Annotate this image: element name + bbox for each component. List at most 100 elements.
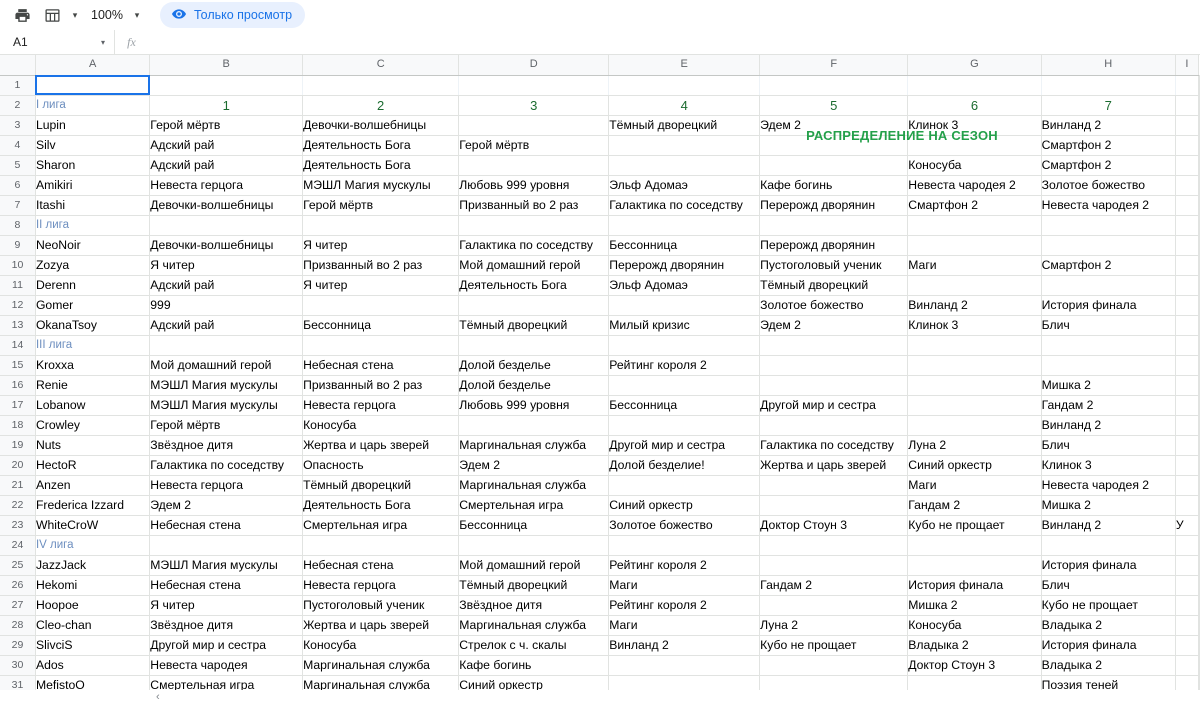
print-icon[interactable] <box>8 2 36 28</box>
grid-cell[interactable]: Тёмный дворецкий <box>608 115 761 136</box>
grid-cell[interactable]: Синий оркестр <box>907 455 1042 476</box>
grid-cell[interactable]: Маргинальная служба <box>458 615 610 636</box>
scrollbar-track[interactable]: ‹ <box>152 691 1200 703</box>
grid-cell[interactable] <box>907 395 1042 416</box>
grid-cell[interactable] <box>1175 355 1200 376</box>
grid-cell[interactable]: OkanaTsoy <box>35 315 151 336</box>
grid-cell[interactable]: Деятельность Бога <box>458 275 610 296</box>
column-header-B[interactable]: B <box>149 55 304 76</box>
grid-cell[interactable]: МЭШЛ Магия мускулы <box>149 395 304 416</box>
grid-cell[interactable] <box>907 215 1042 236</box>
column-header-C[interactable]: C <box>302 55 460 76</box>
grid-cell[interactable]: Cleo-chan <box>35 615 151 636</box>
grid-cell[interactable] <box>1175 655 1200 676</box>
grid-cell[interactable]: Маргинальная служба <box>458 475 610 496</box>
grid-cell[interactable] <box>759 135 909 156</box>
grid-cell[interactable]: Перерожд дворянин <box>608 255 761 276</box>
column-header-F[interactable]: F <box>759 55 909 76</box>
column-header-H[interactable]: H <box>1041 55 1176 76</box>
grid-cell[interactable]: Маги <box>907 255 1042 276</box>
grid-cell[interactable]: Невеста чародея 2 <box>1041 475 1176 496</box>
grid-cell[interactable] <box>458 295 610 316</box>
column-header-I[interactable]: I <box>1175 55 1200 76</box>
grid-cell[interactable] <box>1041 535 1176 556</box>
grid-cell[interactable]: Адский рай <box>149 135 304 156</box>
row-header[interactable]: 17 <box>0 395 36 416</box>
grid-cell[interactable]: Смартфон 2 <box>1041 135 1176 156</box>
grid-cell[interactable]: Бессонница <box>302 315 460 336</box>
grid-cell-filler[interactable] <box>1198 595 1200 616</box>
row-header[interactable]: 12 <box>0 295 36 316</box>
row-header[interactable]: 13 <box>0 315 36 336</box>
grid-cell-filler[interactable] <box>1198 615 1200 636</box>
grid-cell[interactable]: JazzJack <box>35 555 151 576</box>
formula-input[interactable] <box>148 30 1200 55</box>
row-header[interactable]: 20 <box>0 455 36 476</box>
grid-cell[interactable]: Рейтинг короля 2 <box>608 555 761 576</box>
grid-cell[interactable] <box>907 335 1042 356</box>
grid-cell[interactable] <box>1175 395 1200 416</box>
grid-cell[interactable] <box>1175 475 1200 496</box>
grid-cell[interactable]: Винланд 2 <box>608 635 761 656</box>
grid-cell[interactable] <box>907 535 1042 556</box>
column-header-A[interactable]: A <box>35 55 151 76</box>
row-header[interactable]: 4 <box>0 135 36 156</box>
row-header[interactable]: 18 <box>0 415 36 436</box>
grid-cell[interactable]: Derenn <box>35 275 151 296</box>
grid-cell[interactable] <box>1041 275 1176 296</box>
grid-cell[interactable]: Я читер <box>149 255 304 276</box>
grid-cell[interactable]: Жертва и царь зверей <box>302 435 460 456</box>
column-header-G[interactable]: G <box>907 55 1042 76</box>
grid-cell[interactable] <box>759 495 909 516</box>
grid-cell[interactable] <box>907 415 1042 436</box>
grid-cell[interactable]: Деятельность Бога <box>302 495 460 516</box>
grid-cell[interactable] <box>759 415 909 436</box>
grid-cell[interactable] <box>759 155 909 176</box>
grid-cell-filler[interactable] <box>1198 295 1200 316</box>
grid-cell[interactable] <box>608 75 761 96</box>
grid-cell[interactable] <box>907 555 1042 576</box>
grid-cell[interactable]: Небесная стена <box>149 515 304 536</box>
chart-caret-icon[interactable]: ▾ <box>68 2 82 28</box>
grid-cell[interactable] <box>1175 375 1200 396</box>
grid-cell[interactable]: Эдем 2 <box>759 315 909 336</box>
grid-cell[interactable]: Жертва и царь зверей <box>302 615 460 636</box>
grid-cell[interactable]: Мой домашний герой <box>458 555 610 576</box>
grid-cell[interactable]: Смартфон 2 <box>1041 255 1176 276</box>
grid-cell[interactable] <box>1041 215 1176 236</box>
grid-cell[interactable] <box>608 475 761 496</box>
grid-cell[interactable]: Девочки-волшебницы <box>149 235 304 256</box>
row-header[interactable]: 25 <box>0 555 36 576</box>
grid-cell[interactable]: Герой мёртв <box>149 415 304 436</box>
grid-cell[interactable]: Владыка 2 <box>1041 615 1176 636</box>
grid-cell[interactable] <box>759 375 909 396</box>
row-header[interactable]: 14 <box>0 335 36 356</box>
grid-cell[interactable]: Винланд 2 <box>1041 515 1176 536</box>
grid-cell[interactable]: Renie <box>35 375 151 396</box>
grid-cell[interactable]: Галактика по соседству <box>149 455 304 476</box>
select-all-corner[interactable] <box>0 55 36 76</box>
grid-cell[interactable] <box>1175 215 1200 236</box>
grid-cell[interactable] <box>458 75 610 96</box>
grid-cell[interactable]: 999 <box>149 295 304 316</box>
grid-cell[interactable]: Маргинальная служба <box>302 655 460 676</box>
grid-cell[interactable]: МЭШЛ Магия мускулы <box>149 375 304 396</box>
grid-cell[interactable]: Стрелок с ч. скалы <box>458 635 610 656</box>
grid-cell[interactable]: Адский рай <box>149 315 304 336</box>
grid-cell-filler[interactable] <box>1198 115 1200 136</box>
grid-cell[interactable]: Галактика по соседству <box>759 435 909 456</box>
grid-cell[interactable] <box>1175 175 1200 196</box>
grid-cell[interactable] <box>1175 495 1200 516</box>
grid-cell[interactable] <box>1175 275 1200 296</box>
row-header[interactable]: 1 <box>0 75 36 96</box>
chart-icon[interactable] <box>38 2 66 28</box>
grid-cell[interactable] <box>608 335 761 356</box>
grid-cell[interactable]: Рейтинг короля 2 <box>608 355 761 376</box>
grid-cell[interactable]: Галактика по соседству <box>458 235 610 256</box>
grid-cell[interactable] <box>1175 315 1200 336</box>
grid-cell[interactable]: Sharon <box>35 155 151 176</box>
grid-cell[interactable] <box>1175 435 1200 456</box>
grid-cell[interactable]: IV лига <box>35 535 151 556</box>
grid-cell[interactable] <box>149 215 304 236</box>
grid-cell[interactable] <box>1175 335 1200 356</box>
